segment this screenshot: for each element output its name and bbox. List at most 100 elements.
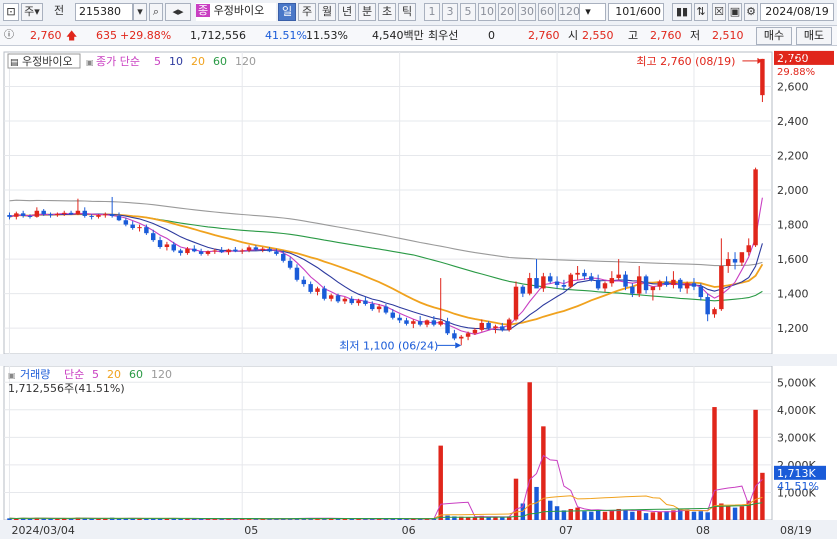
stock-tag: 종	[196, 4, 211, 17]
volume-tag-value: 1,713K	[777, 467, 816, 480]
stock-name: 우정바이오	[213, 4, 265, 17]
candle-body	[698, 286, 704, 298]
candle-body	[602, 283, 608, 289]
candle-body	[370, 303, 375, 310]
date-input[interactable]: 2024/08/19	[760, 3, 834, 21]
tab-interval-5[interactable]: 5	[460, 3, 476, 21]
candle-body	[472, 329, 478, 334]
candle-body	[185, 248, 190, 254]
candle-body	[219, 250, 224, 253]
chart-area[interactable]: 1,200 1,400 1,600 1,800 2,000 2,200 2,400 2,600…	[0, 46, 837, 539]
volume-bar	[554, 506, 560, 520]
price-title: 우정바이오	[22, 55, 73, 68]
candle-body	[226, 249, 231, 253]
candle-body	[342, 298, 348, 302]
quote-change: 635	[96, 29, 117, 42]
tab-period-1[interactable]: 주	[298, 3, 316, 21]
candle-body	[7, 215, 12, 217]
tab-period-3[interactable]: 년	[338, 3, 356, 21]
candle-body	[212, 250, 218, 252]
tab-period-2[interactable]: 월	[318, 3, 336, 21]
tab-interval-60[interactable]: 60	[538, 3, 556, 21]
candle-body	[561, 284, 567, 287]
candle-body	[301, 279, 307, 285]
candle-body	[725, 259, 731, 266]
candle-body	[253, 247, 259, 250]
price-legend-item: 5	[154, 55, 161, 68]
tab-period-5[interactable]: 초	[378, 3, 396, 21]
candle-body	[465, 333, 471, 337]
stock-name-box[interactable]: 종 우정바이오	[196, 3, 276, 21]
tab-interval-3[interactable]: 3	[442, 3, 458, 21]
quote-high: 2,760	[650, 29, 682, 42]
tab-period-6[interactable]: 틱	[398, 3, 416, 21]
volume-bar	[657, 511, 662, 520]
compare-icon[interactable]: ⇅	[694, 3, 708, 21]
tab-interval-20[interactable]: 20	[498, 3, 516, 21]
candle-body	[383, 306, 389, 313]
chart-tool-icon[interactable]: ▮▮	[672, 3, 692, 21]
volume-bar	[712, 407, 717, 520]
candle-body	[616, 274, 621, 279]
candle-body	[239, 250, 245, 252]
sell-button[interactable]: 매도	[796, 27, 832, 45]
candle-body	[82, 210, 87, 216]
gear-icon[interactable]: ⚙	[744, 3, 758, 21]
candle-body	[164, 244, 170, 248]
candle-body	[198, 251, 204, 254]
speaker-icon[interactable]: ◂▸	[165, 3, 191, 21]
volume-bar	[561, 510, 567, 520]
candle-body	[486, 322, 491, 329]
quote-amount: 4,540백만	[372, 29, 424, 42]
info-icon[interactable]: ⓘ	[4, 29, 14, 43]
price-tag-small: C:150.91	[777, 52, 822, 63]
tab-interval-1[interactable]: 1	[424, 3, 440, 21]
volume-bar	[513, 478, 519, 520]
candle-body	[760, 58, 765, 96]
volume-legend-item: 단순	[64, 368, 84, 381]
volume-bar	[650, 512, 656, 520]
count-input[interactable]: 101/600	[608, 3, 664, 21]
volume-bar	[630, 511, 635, 520]
window-icon[interactable]: ⊡	[3, 3, 19, 21]
candle-body	[506, 319, 512, 330]
candle-body	[636, 276, 642, 294]
code-input[interactable]: 215380	[75, 3, 133, 21]
code-dropdown-icon[interactable]: ▾	[133, 3, 147, 21]
market-select[interactable]: 주▾	[21, 3, 43, 21]
tab-period-4[interactable]: 분	[358, 3, 376, 21]
volume-bar	[500, 517, 505, 520]
save-icon[interactable]: ▣	[728, 3, 742, 21]
tab-interval-120[interactable]: 120	[558, 3, 580, 21]
search-icon[interactable]: ⌕	[149, 3, 163, 21]
volume-bar	[739, 506, 745, 520]
candle-body	[150, 233, 156, 241]
price-tag-pct: 29.88%	[777, 67, 815, 78]
candle-body	[157, 240, 163, 248]
volume-tag-pct: 41.51%	[777, 480, 819, 493]
volume-legend-icon: ▣	[8, 371, 16, 380]
tab-period-0[interactable]: 일	[278, 3, 296, 21]
volume-bar	[582, 511, 587, 520]
quote-open-label: 시	[568, 29, 579, 42]
volume-bar	[589, 511, 594, 520]
quote-price: 2,760	[30, 29, 62, 42]
volume-bar	[89, 518, 94, 520]
candle-body	[732, 259, 738, 263]
quote-pref-value: 0	[488, 29, 495, 42]
candle-body	[233, 249, 238, 252]
candle-body	[137, 227, 142, 229]
count-value: 101	[615, 5, 637, 18]
low-annotation: 최저 1,100 (06/24)	[339, 339, 438, 352]
buy-button[interactable]: 매수	[756, 27, 792, 45]
candle-body	[739, 252, 745, 263]
quote-volume: 1,712,556	[190, 29, 246, 42]
tab-interval-30[interactable]: 30	[518, 3, 536, 21]
price-legend-item: 60	[213, 55, 227, 68]
quote-low: 2,510	[712, 29, 744, 42]
candle-body	[192, 248, 197, 252]
candle-body	[20, 213, 26, 216]
tab-interval-10[interactable]: 10	[478, 3, 496, 21]
checkbox-icon[interactable]: ☒	[712, 3, 726, 21]
quote-high-label: 고	[628, 29, 639, 42]
